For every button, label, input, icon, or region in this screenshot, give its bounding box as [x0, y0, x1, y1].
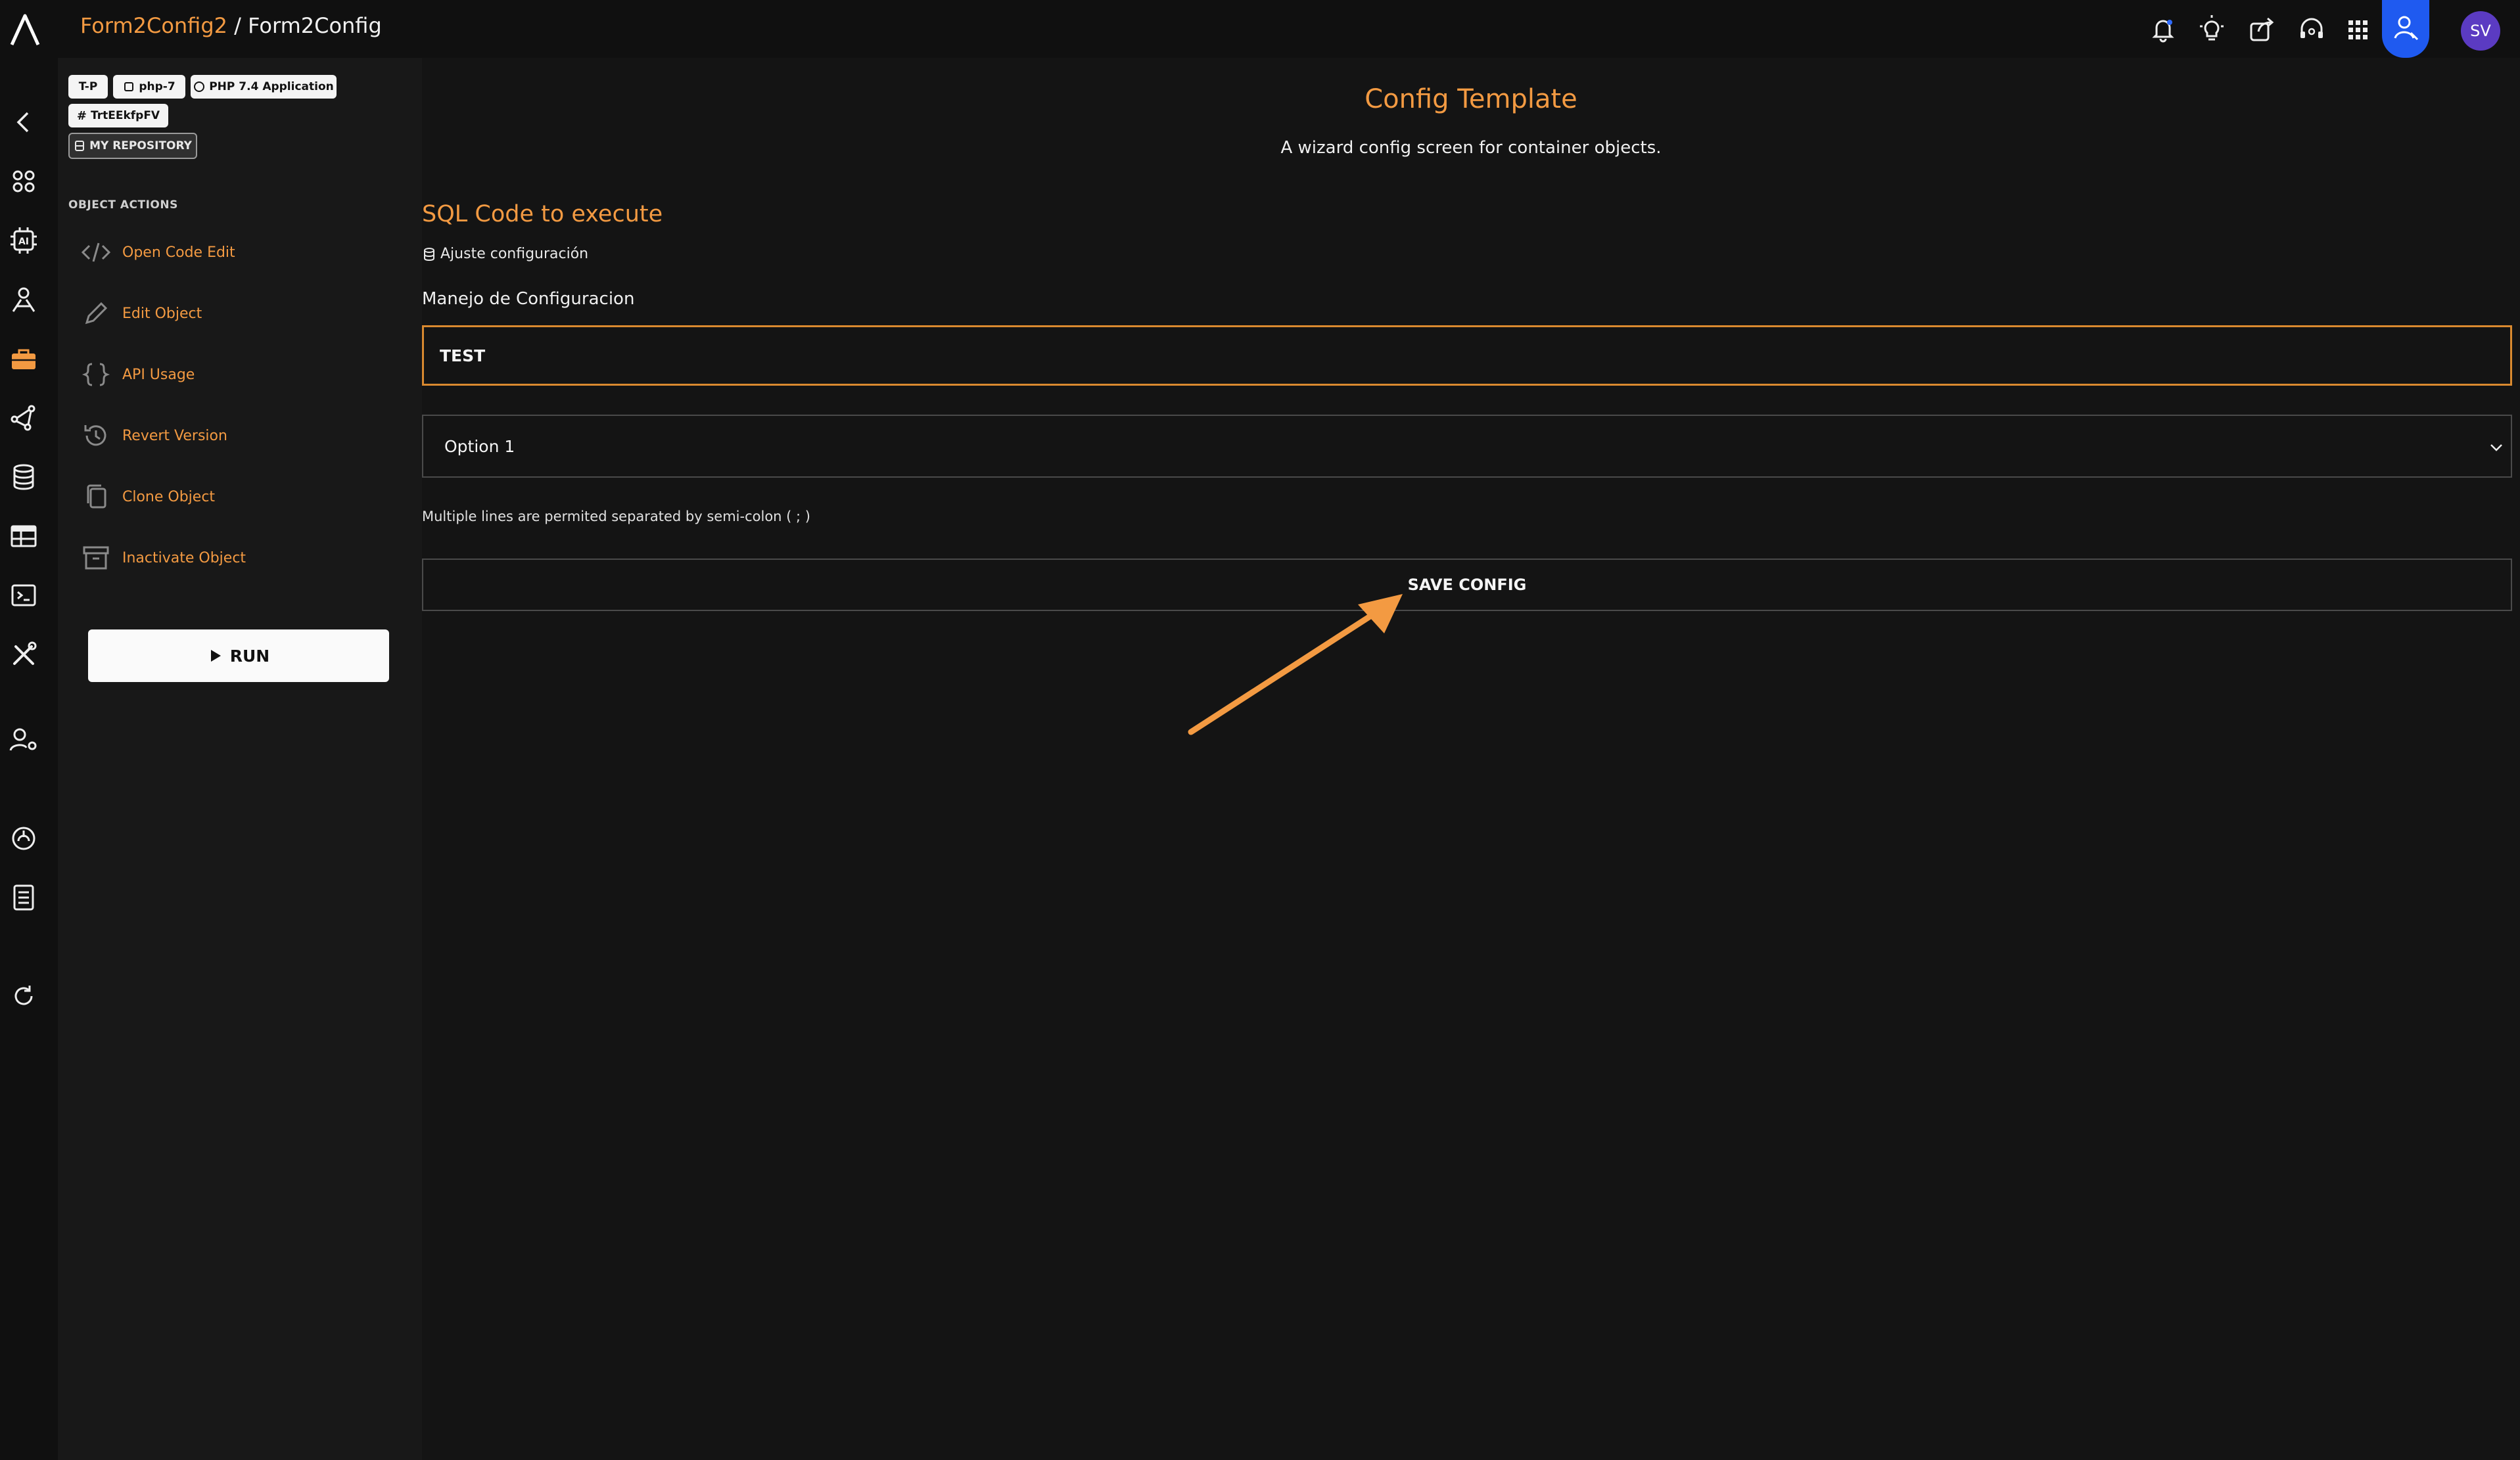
- page-subtitle: A wizard config screen for container obj…: [1280, 138, 1662, 158]
- profile-icon: [2394, 16, 2419, 41]
- developer-icon[interactable]: [8, 284, 39, 315]
- run-button[interactable]: RUN: [88, 629, 389, 682]
- repository-tag[interactable]: MY REPOSITORY: [68, 133, 197, 159]
- config-hint: Ajuste configuración: [422, 246, 588, 262]
- braces-icon: [79, 357, 113, 392]
- database-small-icon: [422, 247, 436, 262]
- refresh-icon[interactable]: [8, 980, 39, 1012]
- chevron-down-icon: [2487, 438, 2506, 457]
- action-label: Revert Version: [122, 427, 227, 444]
- help-text: Multiple lines are permited separated by…: [422, 509, 810, 524]
- chip-icon: [123, 81, 135, 93]
- user-settings-icon[interactable]: [8, 724, 39, 756]
- breadcrumb-current: Form2Config: [248, 13, 382, 38]
- avatar[interactable]: SV: [2461, 11, 2500, 51]
- annotation-arrow: [1170, 578, 1420, 742]
- action-label: Edit Object: [122, 305, 202, 322]
- breadcrumb: Form2Config2 / Form2Config: [80, 13, 382, 38]
- tag-runtime-label: php-7: [139, 80, 175, 93]
- tag-object-id: # TrtEEkfpFV: [68, 104, 168, 127]
- hash-icon: #: [76, 108, 87, 123]
- tag-application: PHP 7.4 Application: [191, 75, 337, 99]
- config-hint-label: Ajuste configuración: [440, 246, 589, 262]
- code-icon: [79, 235, 113, 269]
- apps-grid-icon[interactable]: [2343, 14, 2373, 45]
- run-button-label: RUN: [229, 646, 270, 666]
- lightbulb-icon[interactable]: [2197, 14, 2227, 45]
- history-icon: [79, 419, 113, 453]
- bell-icon[interactable]: [2148, 14, 2178, 45]
- action-api-usage[interactable]: API Usage: [79, 355, 195, 394]
- action-label: Inactivate Object: [122, 549, 246, 566]
- save-config-label: SAVE CONFIG: [1407, 576, 1527, 594]
- copy-icon: [79, 480, 113, 514]
- option-select[interactable]: Option 1: [422, 415, 2512, 478]
- repository-icon: [74, 140, 85, 152]
- breadcrumb-parent-link[interactable]: Form2Config2: [80, 13, 227, 38]
- save-config-button[interactable]: SAVE CONFIG: [422, 559, 2512, 611]
- svg-text:AI: AI: [18, 237, 29, 247]
- php-icon: [193, 81, 205, 93]
- section-title: SQL Code to execute: [422, 201, 663, 227]
- repository-tag-label: MY REPOSITORY: [89, 139, 192, 152]
- dashboard-icon[interactable]: [8, 166, 39, 197]
- action-open-code-edit[interactable]: Open Code Edit: [79, 233, 235, 272]
- tools-icon[interactable]: [8, 639, 39, 670]
- action-inactivate-object[interactable]: Inactivate Object: [79, 538, 246, 578]
- ai-chip-icon[interactable]: AI: [8, 225, 39, 256]
- action-clone-object[interactable]: Clone Object: [79, 477, 215, 516]
- action-label: API Usage: [122, 366, 195, 383]
- terminal-icon[interactable]: [8, 580, 39, 611]
- back-chevron-icon[interactable]: [8, 106, 39, 138]
- breadcrumb-separator: /: [227, 13, 248, 38]
- icon-rail: [0, 58, 58, 1460]
- option-select-value: Option 1: [444, 436, 515, 456]
- action-label: Clone Object: [122, 488, 216, 505]
- flow-icon[interactable]: [8, 402, 39, 434]
- toolbox-icon[interactable]: [8, 343, 39, 375]
- table-icon[interactable]: [8, 520, 39, 552]
- monitoring-icon[interactable]: [8, 823, 39, 854]
- tag-type: T-P: [68, 75, 108, 99]
- play-icon: [208, 648, 223, 664]
- field-label: Manejo de Configuracion: [422, 289, 635, 309]
- support-icon[interactable]: [2297, 14, 2327, 45]
- share-icon[interactable]: [2247, 14, 2277, 45]
- database-icon[interactable]: [8, 461, 39, 493]
- config-input[interactable]: [422, 325, 2512, 386]
- tag-runtime: php-7: [113, 75, 185, 99]
- action-edit-object[interactable]: Edit Object: [79, 294, 202, 333]
- pencil-icon: [79, 296, 113, 331]
- profile-button[interactable]: [2382, 0, 2429, 58]
- app-logo-icon[interactable]: [7, 12, 43, 49]
- tag-type-label: T-P: [78, 80, 98, 93]
- object-actions-heading: OBJECT ACTIONS: [68, 198, 178, 212]
- tag-application-label: PHP 7.4 Application: [209, 80, 334, 93]
- archive-icon: [79, 541, 113, 575]
- page-title: Config Template: [1365, 84, 1577, 114]
- tag-object-id-label: TrtEEkfpFV: [90, 109, 160, 122]
- action-label: Open Code Edit: [122, 244, 235, 261]
- action-revert-version[interactable]: Revert Version: [79, 416, 227, 455]
- docs-icon[interactable]: [8, 882, 39, 913]
